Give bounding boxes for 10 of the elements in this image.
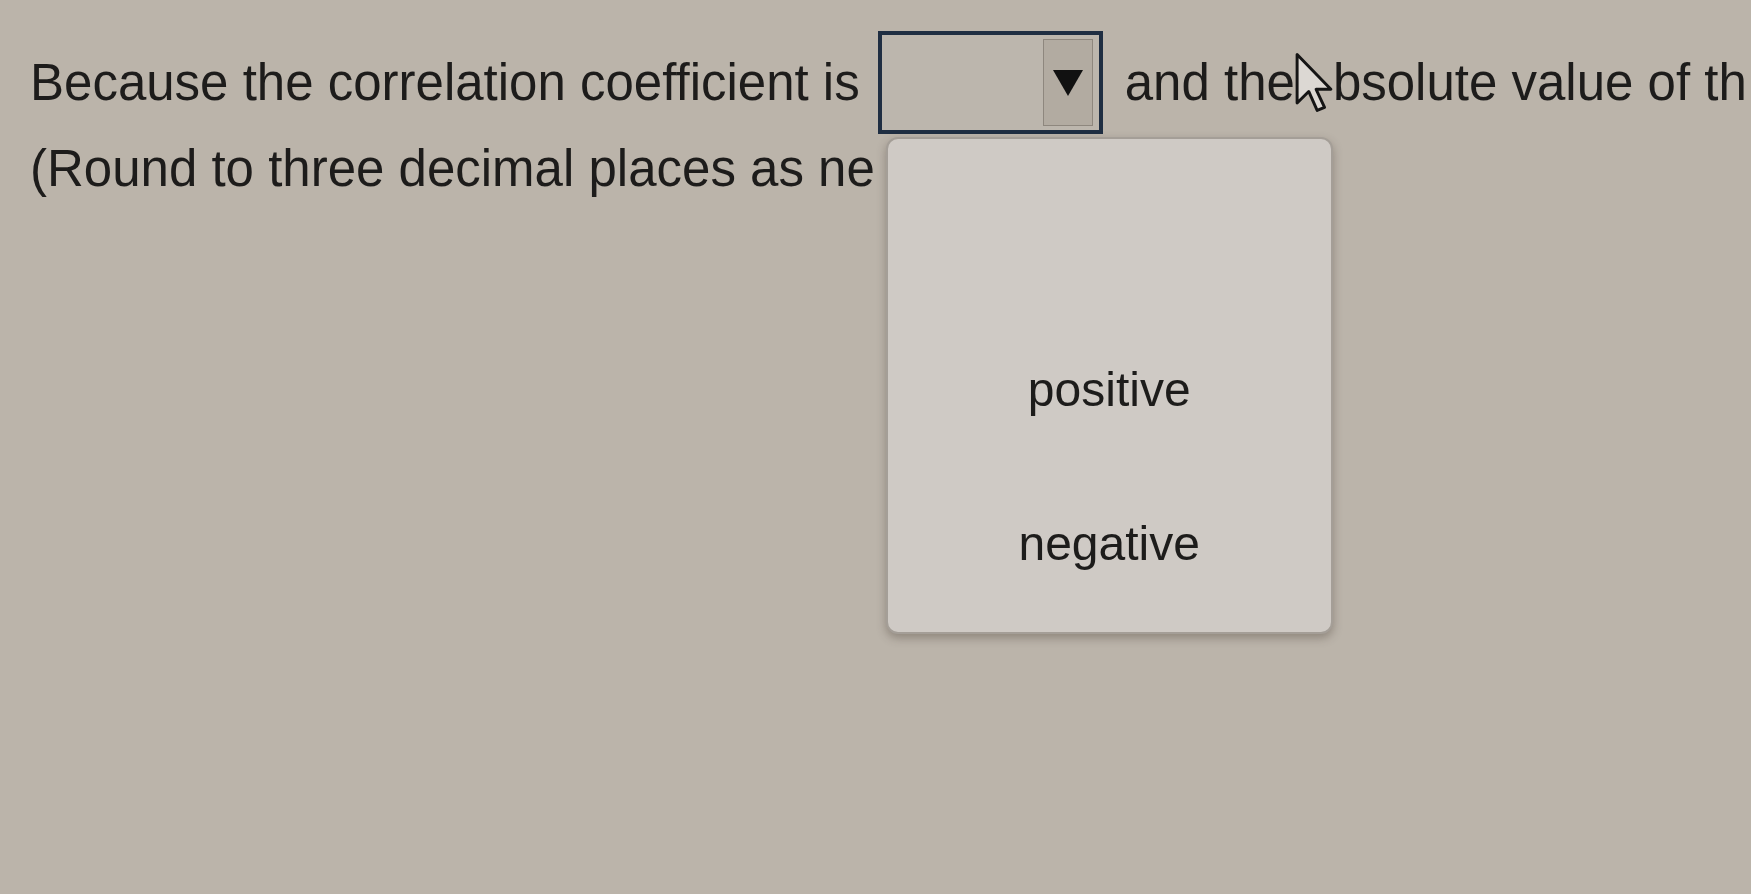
dropdown-option[interactable]: positive	[887, 355, 1331, 425]
mouse-pointer-icon	[1294, 51, 1333, 114]
question-text: bsolute value of th	[1332, 52, 1747, 113]
instruction-text: (Round to three decimal places as ne	[30, 139, 875, 199]
dropdown-option[interactable]: negative	[887, 508, 1331, 579]
dropdown-button[interactable]	[1042, 39, 1093, 126]
question-text: and the	[1124, 52, 1295, 113]
question-text: Because the correlation coefficient is	[30, 52, 860, 113]
answer-dropdown[interactable]	[877, 31, 1103, 134]
caret-down-icon	[1052, 69, 1083, 96]
